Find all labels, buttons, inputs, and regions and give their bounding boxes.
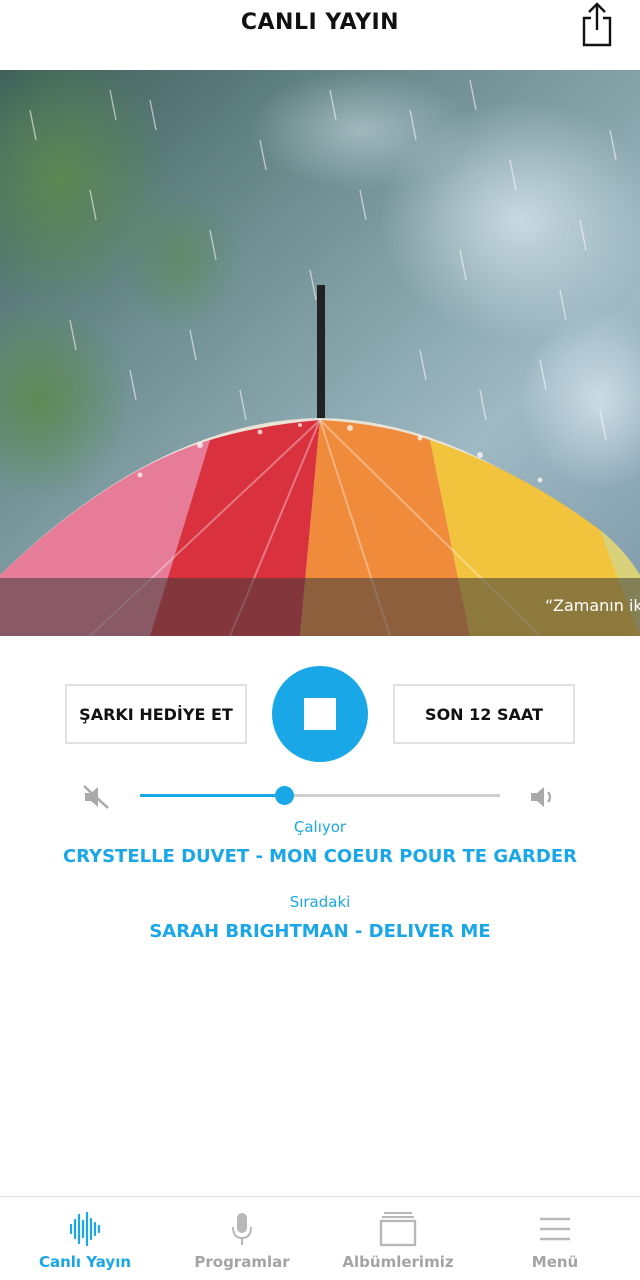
gift-song-button[interactable]: ŞARKI HEDİYE ET (65, 684, 247, 744)
stop-icon (304, 698, 336, 730)
volume-up-icon[interactable] (528, 784, 556, 810)
volume-slider-thumb[interactable] (275, 786, 294, 805)
ticker-text: “Zamanın iki (545, 596, 640, 615)
volume-mute-icon[interactable] (82, 784, 110, 810)
tab-label: Programlar (194, 1253, 290, 1271)
last-12-hours-button[interactable]: SON 12 SAAT (393, 684, 575, 744)
now-playing-song: CRYSTELLE DUVET - MON COEUR POUR TE GARD… (62, 846, 578, 867)
stop-button[interactable] (272, 666, 368, 762)
tab-label: Canlı Yayın (38, 1253, 132, 1271)
bottom-tab-bar: Canlı Yayın Programlar Albümlerimiz Menü (0, 1196, 640, 1280)
share-icon (582, 2, 612, 47)
tab-programlar[interactable]: Programlar (162, 1197, 322, 1280)
next-song: SARAH BRIGHTMAN - DELIVER ME (149, 921, 491, 942)
hamburger-menu-icon (540, 1217, 570, 1241)
tab-albumlerimiz[interactable]: Albümlerimiz (318, 1197, 478, 1280)
tab-label: Menü (531, 1253, 579, 1271)
hero-image: “Zamanın iki (0, 70, 640, 636)
rainbow-umbrella-in-rain-image (0, 70, 640, 636)
share-button[interactable] (580, 0, 614, 48)
now-playing-label: Çalıyor (293, 818, 347, 836)
microphone-icon (232, 1213, 252, 1245)
tab-canli-yayin[interactable]: Canlı Yayın (5, 1197, 165, 1280)
volume-slider[interactable] (140, 786, 500, 805)
volume-control (0, 782, 640, 812)
tab-menu[interactable]: Menü (475, 1197, 635, 1280)
page-title: CANLI YAYIN (240, 10, 400, 35)
volume-slider-fill (140, 794, 284, 797)
tab-label: Albümlerimiz (342, 1253, 454, 1271)
albums-icon (379, 1212, 417, 1247)
next-label: Sıradaki (289, 893, 351, 911)
waveform-icon (69, 1211, 101, 1247)
app-header: CANLI YAYIN (0, 0, 640, 70)
news-ticker: “Zamanın iki (0, 578, 640, 636)
